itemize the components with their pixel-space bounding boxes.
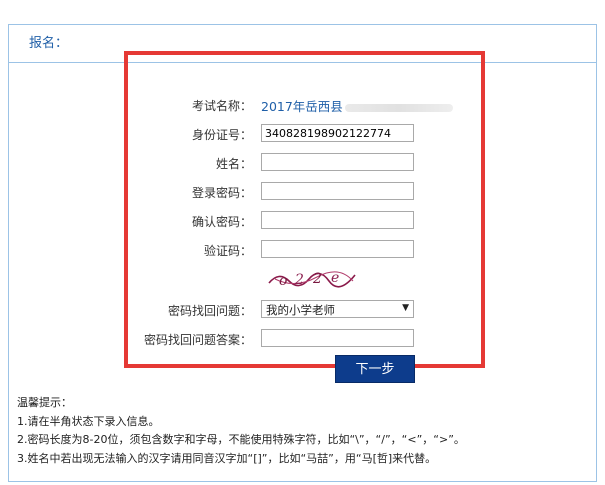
answer-row: 密码找回问题答案： <box>128 329 481 349</box>
tips-title: 温馨提示： <box>17 396 72 409</box>
svg-text:e: e <box>331 270 339 286</box>
tip-line-3: 3.姓名中若出现无法输入的汉字请用同音汉字加“[]”，比如“马喆”，用“马[哲]… <box>17 451 437 465</box>
exam-name-label: 考试名称： <box>191 99 252 113</box>
tips: 温馨提示： 1.请在半角状态下录入信息。 2.密码长度为8-20位，须包含数字和… <box>17 394 465 468</box>
confirm-row: 确认密码： <box>128 211 481 231</box>
name-label: 姓名： <box>215 157 252 171</box>
next-button[interactable]: 下一步 <box>335 355 415 383</box>
form-highlight-box: 考试名称： 2017年岳西县 身份证号： 姓名： 登录密码： 确认密码： 验证码… <box>124 51 485 383</box>
question-select[interactable]: 我的小学老师 ▼ <box>261 300 414 318</box>
captcha-image-row: o 2 2 e <box>128 267 481 293</box>
exam-name-row: 考试名称： 2017年岳西县 <box>128 95 481 115</box>
captcha-row: 验证码： <box>128 240 481 260</box>
question-label: 密码找回问题： <box>167 304 252 318</box>
confirm-label: 确认密码： <box>191 215 252 229</box>
svg-text:2: 2 <box>312 271 322 287</box>
svg-text:2: 2 <box>294 272 304 288</box>
name-input[interactable] <box>261 153 414 171</box>
id-row: 身份证号： <box>128 124 481 144</box>
confirm-password-input[interactable] <box>261 211 414 229</box>
captcha-image[interactable]: o 2 2 e <box>265 267 361 291</box>
question-selected-value: 我的小学老师 <box>266 303 335 317</box>
password-input[interactable] <box>261 182 414 200</box>
password-label: 登录密码： <box>191 186 252 200</box>
captcha-label: 验证码： <box>203 244 252 258</box>
id-label: 身份证号： <box>191 128 252 142</box>
question-row: 密码找回问题： 我的小学老师 ▼ <box>128 300 481 320</box>
answer-label: 密码找回问题答案： <box>143 333 252 347</box>
answer-input[interactable] <box>261 329 414 347</box>
password-row: 登录密码： <box>128 182 481 202</box>
captcha-input[interactable] <box>261 240 414 258</box>
redacted-text <box>344 103 453 112</box>
svg-text:o: o <box>279 273 287 289</box>
next-row: 下一步 <box>128 355 481 383</box>
tip-line-2: 2.密码长度为8-20位，须包含数字和字母，不能使用特殊字符，比如“\”，“/”… <box>17 433 465 446</box>
tip-line-1: 1.请在半角状态下录入信息。 <box>17 414 160 428</box>
dropdown-arrow-icon: ▼ <box>402 303 409 313</box>
exam-name-value: 2017年岳西县 <box>261 96 453 115</box>
id-input[interactable] <box>261 124 414 142</box>
name-row: 姓名： <box>128 153 481 173</box>
